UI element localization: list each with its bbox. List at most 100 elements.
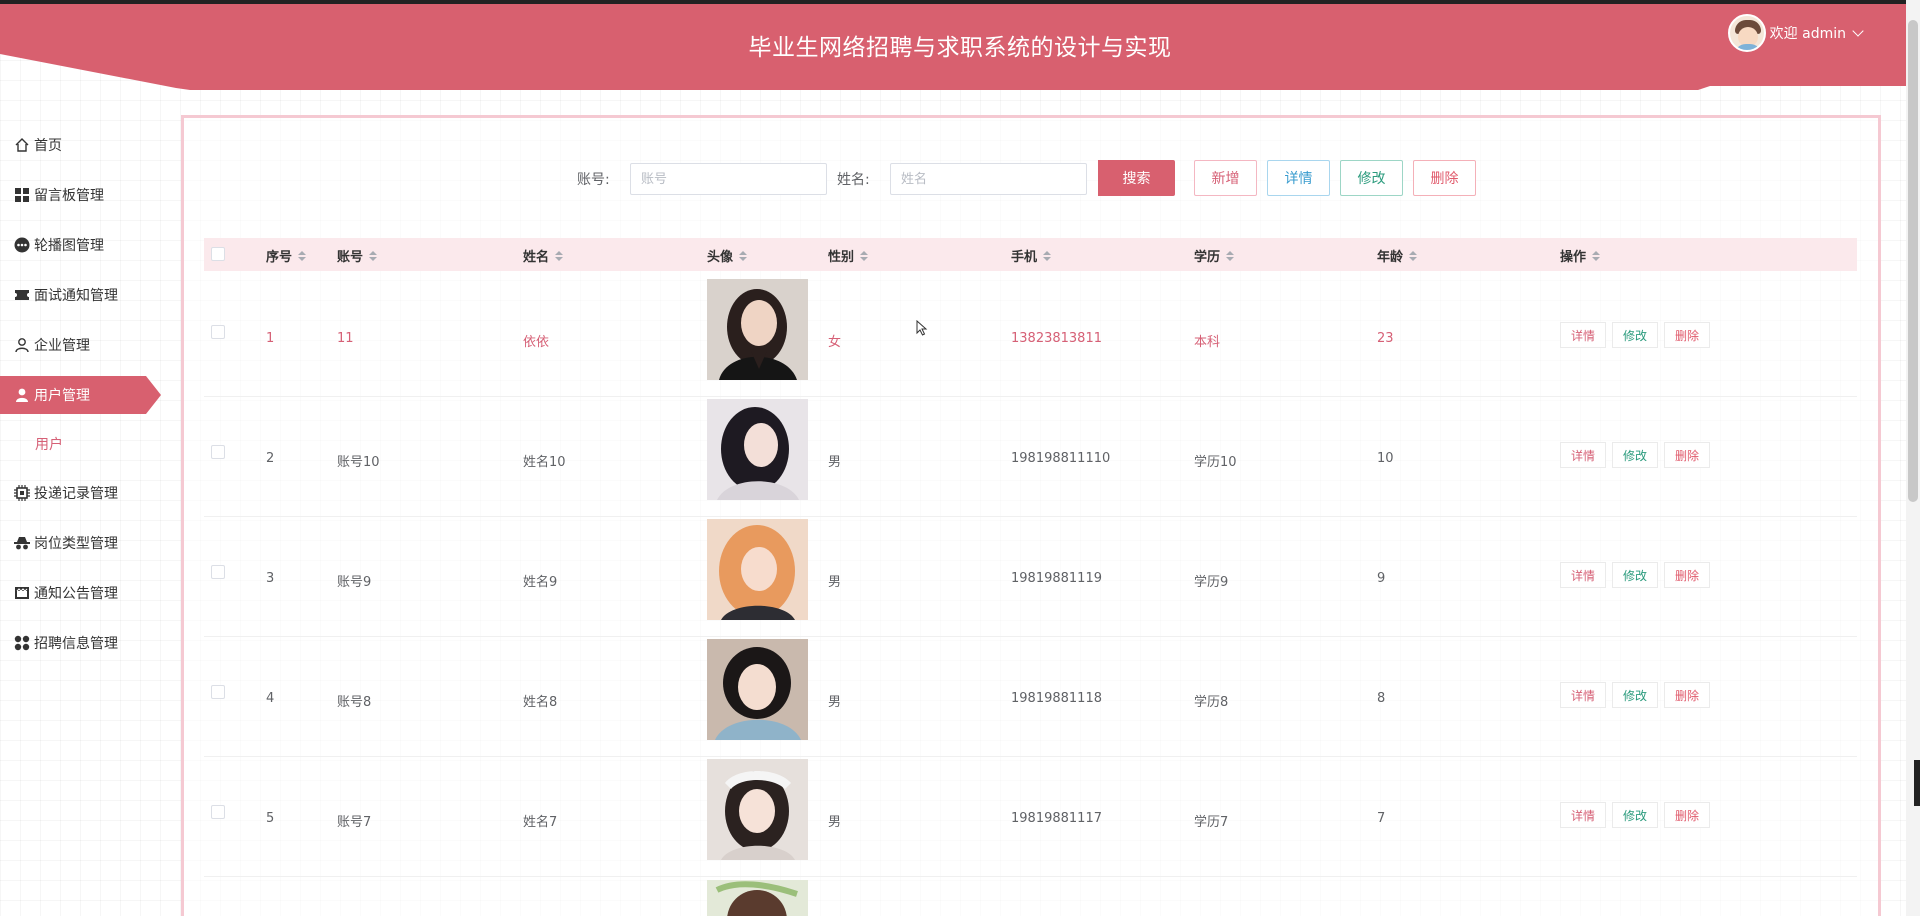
select-all-checkbox[interactable] xyxy=(211,247,225,261)
cell-name: 姓名8 xyxy=(523,695,558,710)
avatar-photo[interactable] xyxy=(707,279,808,380)
cell-gender: 男 xyxy=(828,695,842,710)
name-search-input[interactable] xyxy=(890,163,1087,195)
cell-name: 姓名9 xyxy=(523,575,558,590)
cell-index: 3 xyxy=(266,571,275,586)
scrollbar-thumb[interactable] xyxy=(1908,20,1918,502)
row-delete-button[interactable]: 删除 xyxy=(1664,442,1711,468)
sidebar-item-users[interactable]: 用户管理 xyxy=(0,370,161,420)
person-icon xyxy=(14,387,30,403)
avatar-photo[interactable] xyxy=(707,639,808,740)
chevron-down-icon[interactable] xyxy=(1852,25,1864,37)
column-label: 年龄 xyxy=(1377,250,1404,265)
sort-icon[interactable] xyxy=(369,250,378,261)
welcome-text: 欢迎 admin xyxy=(1769,26,1846,42)
sidebar-item-interview-notice[interactable]: 面试通知管理 xyxy=(0,270,160,320)
table-row[interactable]: 5 账号7 姓名7 男 19819881117 学历7 7 详情 修改 删除 xyxy=(204,757,1857,877)
row-detail-button[interactable]: 详情 xyxy=(1560,802,1607,828)
add-button[interactable]: 新增 xyxy=(1194,160,1257,196)
row-checkbox[interactable] xyxy=(211,805,225,819)
row-detail-button[interactable]: 详情 xyxy=(1560,442,1607,468)
sidebar-item-label: 岗位类型管理 xyxy=(34,536,118,552)
cell-gender: 男 xyxy=(828,815,842,830)
table-header: 序号 账号 姓名 头像 性别 手机 学历 年龄 操作 xyxy=(204,238,1857,271)
row-edit-button[interactable]: 修改 xyxy=(1612,322,1659,348)
row-detail-button[interactable]: 详情 xyxy=(1560,562,1607,588)
column-header-avatar[interactable]: 头像 xyxy=(707,246,748,265)
column-header-name[interactable]: 姓名 xyxy=(523,246,564,265)
account-search-input[interactable] xyxy=(630,163,827,195)
cell-education: 学历9 xyxy=(1194,575,1229,590)
cell-age: 23 xyxy=(1377,331,1394,346)
delete-button[interactable]: 删除 xyxy=(1413,160,1476,196)
row-actions: 详情 修改 删除 xyxy=(1560,802,1711,828)
sort-icon[interactable] xyxy=(1043,250,1052,261)
row-checkbox[interactable] xyxy=(211,325,225,339)
apps-icon xyxy=(14,635,30,651)
cell-age: 9 xyxy=(1377,571,1386,586)
sort-icon[interactable] xyxy=(739,250,748,261)
sidebar-item-carousel[interactable]: 轮播图管理 xyxy=(0,220,160,270)
sidebar-item-label: 企业管理 xyxy=(34,338,90,354)
row-edit-button[interactable]: 修改 xyxy=(1612,442,1659,468)
avatar-photo[interactable] xyxy=(707,759,808,860)
column-header-index[interactable]: 序号 xyxy=(266,246,307,265)
sidebar-item-announcements[interactable]: 通知公告管理 xyxy=(0,568,160,618)
search-button-label: 搜索 xyxy=(1122,171,1151,187)
cell-account: 账号7 xyxy=(337,815,372,830)
row-checkbox[interactable] xyxy=(211,685,225,699)
column-header-age[interactable]: 年龄 xyxy=(1377,246,1418,265)
detail-button[interactable]: 详情 xyxy=(1267,160,1330,196)
row-edit-button[interactable]: 修改 xyxy=(1612,562,1659,588)
row-delete-button[interactable]: 删除 xyxy=(1664,562,1711,588)
sidebar-item-recruitment[interactable]: 招聘信息管理 xyxy=(0,618,160,668)
column-label: 学历 xyxy=(1194,250,1221,265)
row-delete-button[interactable]: 删除 xyxy=(1664,802,1711,828)
row-detail-button[interactable]: 详情 xyxy=(1560,322,1607,348)
column-label: 性别 xyxy=(828,250,855,265)
column-header-actions[interactable]: 操作 xyxy=(1560,246,1601,265)
column-header-education[interactable]: 学历 xyxy=(1194,246,1235,265)
sort-icon[interactable] xyxy=(1592,250,1601,261)
cell-phone: 19819881117 xyxy=(1011,811,1102,826)
row-edit-button[interactable]: 修改 xyxy=(1612,682,1659,708)
row-checkbox[interactable] xyxy=(211,565,225,579)
avatar-photo[interactable] xyxy=(707,880,808,916)
table-row[interactable]: 1 11 依依 女 13823813811 本科 23 详情 修改 删除 xyxy=(204,277,1857,397)
row-edit-button[interactable]: 修改 xyxy=(1612,802,1659,828)
search-button[interactable]: 搜索 xyxy=(1098,160,1175,196)
sidebar-item-applications[interactable]: 投递记录管理 xyxy=(0,468,160,518)
row-actions: 详情 修改 删除 xyxy=(1560,682,1711,708)
sidebar-subitem-user[interactable]: 用户 xyxy=(0,420,160,468)
sort-icon[interactable] xyxy=(860,250,869,261)
sidebar-item-job-types[interactable]: 岗位类型管理 xyxy=(0,518,160,568)
user-menu[interactable]: 欢迎 admin xyxy=(1727,14,1864,52)
table-row[interactable]: 2 账号10 姓名10 男 198198811110 学历10 10 详情 修改… xyxy=(204,397,1857,517)
sort-icon[interactable] xyxy=(1226,250,1235,261)
avatar-photo[interactable] xyxy=(707,399,808,500)
column-header-account[interactable]: 账号 xyxy=(337,246,378,265)
row-delete-button[interactable]: 删除 xyxy=(1664,682,1711,708)
table-row[interactable]: 3 账号9 姓名9 男 19819881119 学历9 9 详情 修改 删除 xyxy=(204,517,1857,637)
sort-icon[interactable] xyxy=(298,250,307,261)
row-delete-button[interactable]: 删除 xyxy=(1664,322,1711,348)
row-detail-button[interactable]: 详情 xyxy=(1560,682,1607,708)
sidebar-item-label: 首页 xyxy=(34,138,62,154)
sort-icon[interactable] xyxy=(1409,250,1418,261)
edit-button[interactable]: 修改 xyxy=(1340,160,1403,196)
sort-icon[interactable] xyxy=(555,250,564,261)
cell-account: 账号8 xyxy=(337,695,372,710)
avatar[interactable] xyxy=(1727,14,1766,52)
column-header-gender[interactable]: 性别 xyxy=(828,246,869,265)
table-row[interactable]: 4 账号8 姓名8 男 19819881118 学历8 8 详情 修改 删除 xyxy=(204,637,1857,757)
cell-account: 账号10 xyxy=(337,455,380,470)
column-label: 姓名 xyxy=(523,250,550,265)
avatar-photo[interactable] xyxy=(707,519,808,620)
cell-gender: 女 xyxy=(828,335,842,350)
sidebar-item-company[interactable]: 企业管理 xyxy=(0,320,160,370)
cell-name: 依依 xyxy=(523,335,550,350)
row-checkbox[interactable] xyxy=(211,445,225,459)
cell-education: 学历7 xyxy=(1194,815,1229,830)
sidebar-item-label: 面试通知管理 xyxy=(34,288,118,304)
column-header-phone[interactable]: 手机 xyxy=(1011,246,1052,265)
